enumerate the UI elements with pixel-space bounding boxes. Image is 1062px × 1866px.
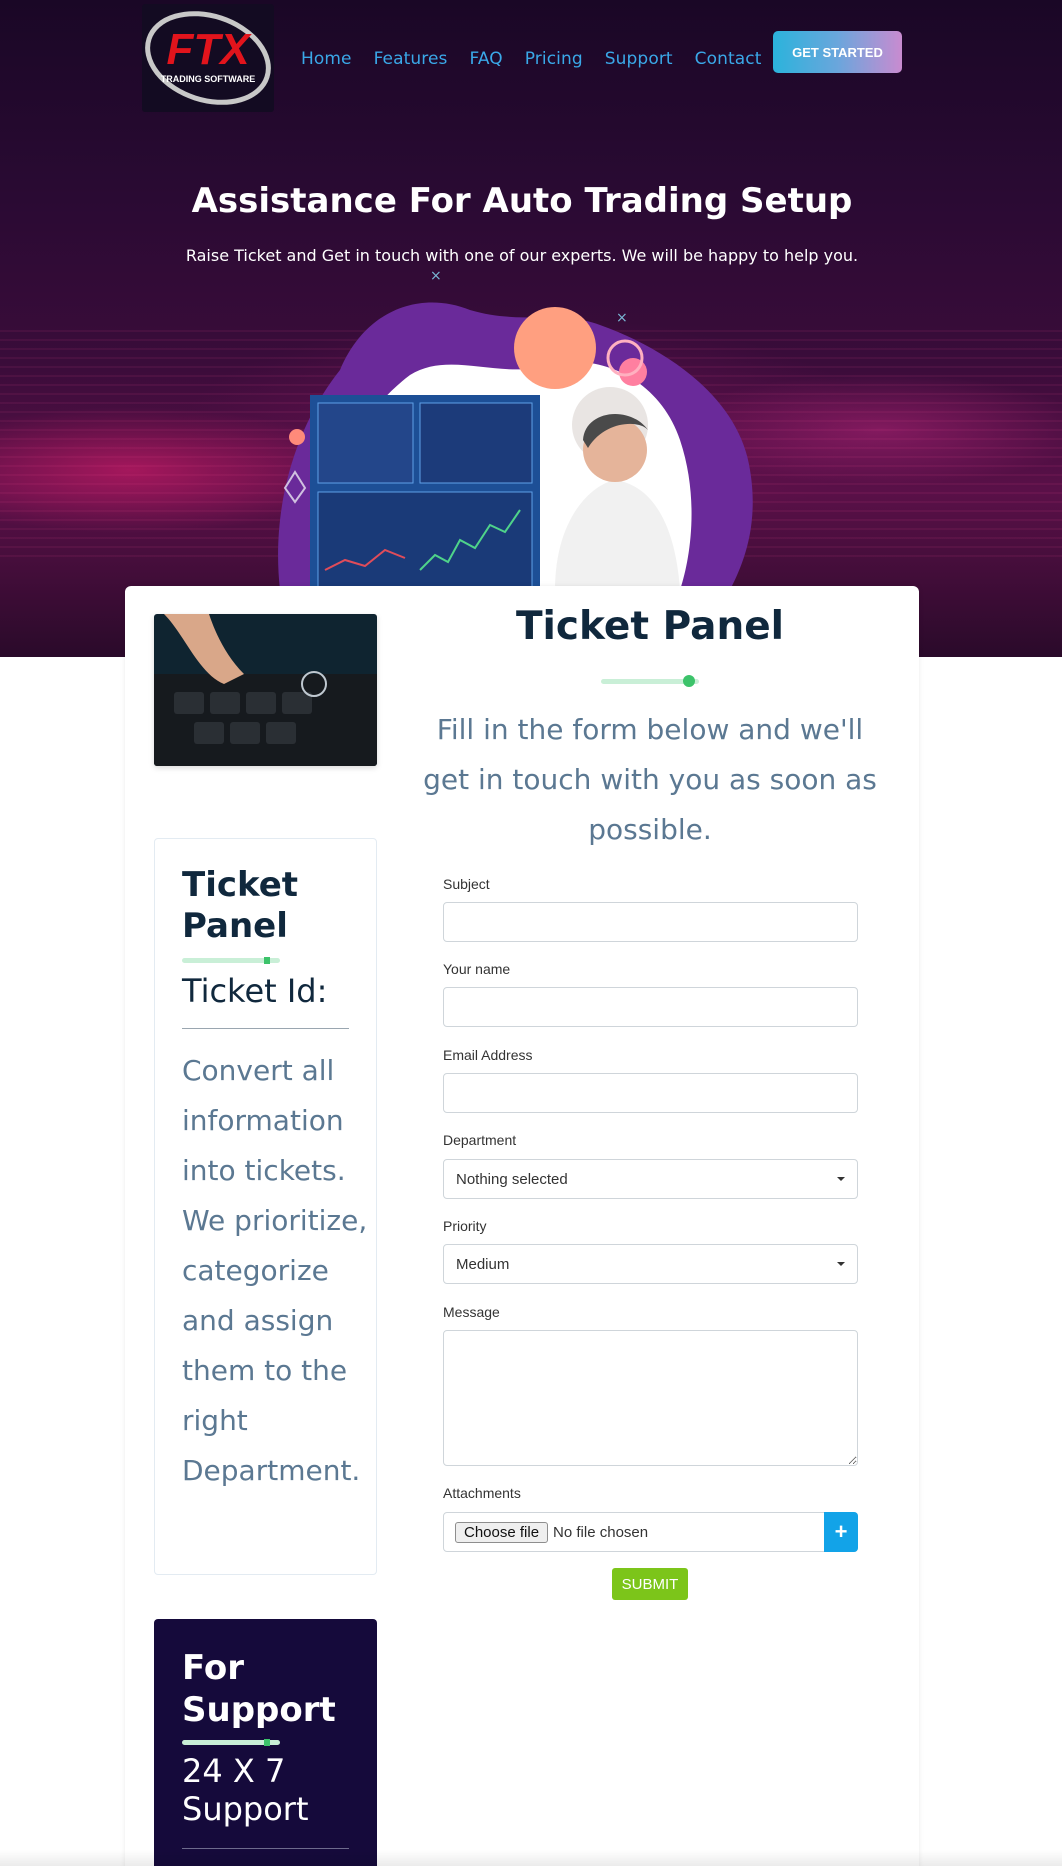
support-underline-dot [264,1739,270,1746]
message-textarea[interactable] [443,1330,858,1466]
sidebar-panel-title: Ticket Panel [182,865,299,946]
brand-logo[interactable]: FTX TRADING SOFTWARE [142,4,274,112]
ticket-id-label: Ticket Id: [182,972,328,1010]
email-input[interactable] [443,1073,858,1113]
add-attachment-button[interactable]: + [824,1512,858,1552]
hero-title: Assistance For Auto Trading Setup [191,181,853,221]
nav-faq[interactable]: FAQ [470,49,503,69]
priority-label: Priority [443,1218,487,1234]
subject-label: Subject [443,876,490,892]
svg-text:×: × [430,270,442,284]
email-label: Email Address [443,1047,533,1063]
name-input[interactable] [443,987,858,1027]
form-title: Ticket Panel [515,604,785,649]
department-selected-value: Nothing selected [456,1170,568,1188]
nav-home[interactable]: Home [301,49,352,69]
bottom-shadow [0,1850,1062,1866]
ticket-description: Convert all information into tickets. We… [182,1054,368,1487]
department-select[interactable]: Nothing selected [443,1159,858,1199]
message-label: Message [443,1304,500,1320]
support-title: For Support [182,1648,336,1730]
logo-tagline: TRADING SOFTWARE [161,74,256,84]
svg-text:×: × [616,310,628,326]
sidebar-underline-dot [264,957,270,964]
attachment-file-input[interactable]: Choose file No file chosen + [443,1512,858,1552]
support-hours: 24 X 7 Support [182,1752,309,1828]
no-file-text: No file chosen [553,1523,649,1541]
keyboard-image [154,614,377,766]
subject-input[interactable] [443,902,858,942]
keyboard-photo [154,614,377,766]
nav-features[interactable]: Features [374,49,448,69]
submit-button[interactable]: SUBMIT [612,1568,688,1600]
caret-down-icon [837,1262,845,1266]
department-label: Department [443,1132,517,1148]
hero-illustration: × × [278,270,753,590]
form-intro: Fill in the form below and we'll get in … [423,713,877,846]
nav-contact[interactable]: Contact [695,49,762,69]
priority-selected-value: Medium [456,1255,510,1273]
name-label: Your name [443,961,511,977]
nav-support[interactable]: Support [605,49,673,69]
priority-select[interactable]: Medium [443,1244,858,1284]
support-divider [182,1848,349,1849]
choose-file-button[interactable]: Choose file [455,1521,549,1543]
logo-graphic: FTX TRADING SOFTWARE [145,11,271,105]
hero-subtitle: Raise Ticket and Get in touch with one o… [185,246,859,265]
caret-down-icon [837,1177,845,1181]
attachments-label: Attachments [443,1485,521,1501]
main-nav: Home Features FAQ Pricing Support Contac… [301,49,784,69]
logo-wordmark: FTX [166,25,252,74]
form-underline-dot [683,675,695,687]
get-started-button[interactable]: GET STARTED [773,31,902,73]
ticket-id-divider [182,1028,349,1029]
nav-pricing[interactable]: Pricing [525,49,583,69]
